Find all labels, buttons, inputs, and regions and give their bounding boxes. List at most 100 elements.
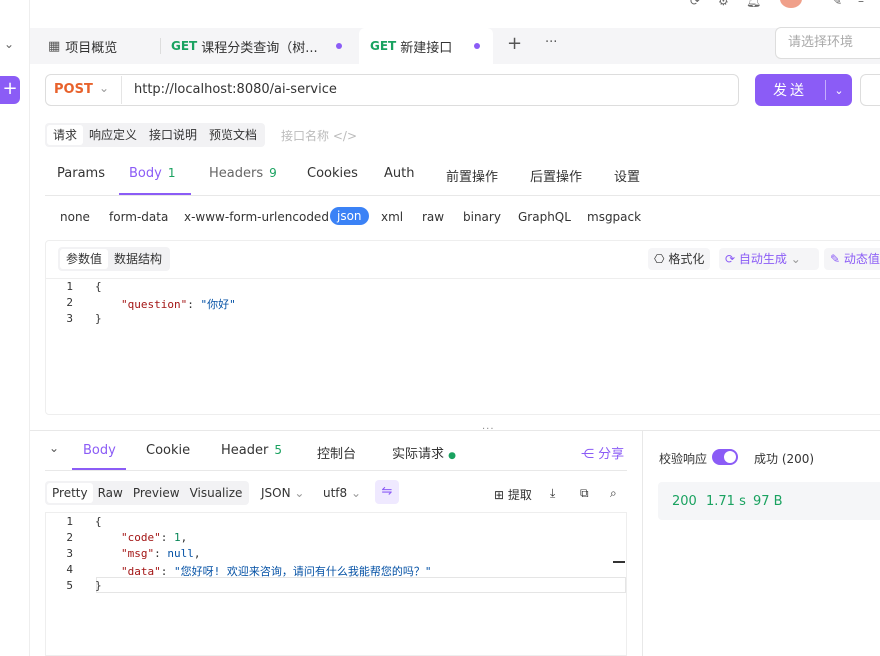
send-button[interactable]: 发送 ⌄ (755, 74, 852, 106)
autogen-button[interactable]: ⟳ 自动生成 ⌄ (719, 248, 819, 270)
body-type-json[interactable]: json (330, 207, 369, 225)
format-button[interactable]: ⎔ 格式化 (648, 248, 711, 270)
chevron-down-icon[interactable]: ⌄ (826, 84, 852, 97)
status-dot: ● (448, 451, 457, 461)
tab-params[interactable]: Params (57, 166, 105, 181)
line-number: 3 (66, 312, 73, 325)
body-type-none[interactable]: none (60, 210, 90, 224)
line-number: 2 (66, 296, 73, 309)
response-tab-body[interactable]: Body (83, 443, 116, 458)
subtab-request[interactable]: 请求 (47, 125, 84, 145)
refresh-icon: ⟳ (725, 252, 736, 266)
new-item-button[interactable]: + (0, 76, 20, 104)
line-number: 3 (66, 547, 73, 560)
format-raw[interactable]: Raw (93, 483, 128, 503)
tab-overview[interactable]: ▦ 项目概览 (48, 28, 117, 64)
extract-icon: ⊞ (494, 488, 505, 502)
search-icon[interactable]: ⌕ (610, 486, 617, 501)
body-type-xml[interactable]: xml (381, 210, 403, 224)
environment-select[interactable]: 请选择环境 (775, 27, 880, 59)
send-label: 发送 (773, 83, 807, 99)
tab-course-query[interactable]: GET 课程分类查询（树... (171, 28, 351, 64)
chevron-down-icon[interactable]: ⌄ (791, 252, 801, 266)
scrollbar-marker (613, 561, 625, 563)
bell-icon[interactable]: 🔔︎ (746, 0, 761, 8)
download-icon[interactable]: ⤓ (550, 486, 555, 501)
share-icon: ⋲ (581, 447, 594, 462)
add-tab-button[interactable]: + (507, 33, 522, 54)
method-select[interactable]: POST (54, 82, 93, 97)
format-icon: ⎔ (654, 252, 665, 266)
response-tab-actual-request[interactable]: 实际请求 ● (392, 443, 456, 462)
code-line: "question": "你好" (121, 298, 236, 311)
divider (121, 76, 122, 104)
divider (45, 195, 880, 196)
avatar[interactable] (780, 0, 802, 8)
grid-icon: ▦ (48, 38, 61, 54)
code-line: "code": 1, (121, 531, 188, 544)
response-size: 97 B (753, 494, 783, 509)
language-select[interactable]: JSON ⌄ (261, 486, 304, 500)
body-type-urlencoded[interactable]: x-www-form-urlencoded (184, 210, 329, 224)
settings-icon[interactable]: ⚙ (718, 0, 729, 8)
tab-pre-ops[interactable]: 前置操作 (446, 166, 498, 185)
format-preview[interactable]: Preview (128, 483, 185, 503)
tab-settings[interactable]: 设置 (614, 166, 640, 185)
current-line-highlight (96, 577, 626, 593)
dynamic-value-button[interactable]: ✎ 动态值 (824, 248, 880, 270)
tab-body[interactable]: Body 1 (129, 166, 175, 181)
code-line: } (95, 579, 102, 592)
response-time: 1.71 s (706, 494, 746, 509)
url-input[interactable]: http://localhost:8080/ai-service (134, 82, 337, 97)
line-number: 5 (66, 579, 73, 592)
chevron-down-icon[interactable]: ⌄ (4, 37, 14, 51)
response-tab-cookie[interactable]: Cookie (146, 443, 190, 458)
word-wrap-icon[interactable]: ⇋ (375, 480, 399, 504)
tab-post-ops[interactable]: 后置操作 (530, 166, 582, 185)
share-button[interactable]: ⋲ 分享 (581, 443, 624, 462)
format-pretty[interactable]: Pretty (47, 483, 93, 503)
tab-cookies[interactable]: Cookies (307, 166, 358, 181)
magic-wand-icon: ✎ (830, 252, 841, 266)
unsaved-dot (474, 43, 481, 49)
unsaved-dot (335, 43, 342, 49)
format-visualize[interactable]: Visualize (185, 483, 248, 503)
tab-auth[interactable]: Auth (384, 166, 414, 181)
body-type-form-data[interactable]: form-data (109, 210, 168, 224)
body-type-binary[interactable]: binary (463, 210, 501, 224)
more-tabs-icon[interactable]: ··· (545, 35, 557, 50)
subtab-response-def[interactable]: 响应定义 (83, 125, 143, 145)
tab-headers[interactable]: Headers 9 (209, 166, 277, 181)
interface-name-input[interactable]: 接口名称 </> (281, 127, 357, 144)
extract-button[interactable]: ⊞ 提取 (494, 486, 532, 503)
validation-result: 成功 (200) (754, 452, 815, 466)
tab-data-structure[interactable]: 数据结构 (108, 249, 168, 269)
code-line: { (95, 515, 102, 528)
response-tab-console[interactable]: 控制台 (317, 443, 356, 462)
subtab-description[interactable]: 接口说明 (143, 125, 203, 145)
tab-new-interface[interactable]: GET 新建接口 (359, 28, 493, 64)
line-number: 4 (66, 563, 73, 576)
code-line: "msg": null, (121, 547, 201, 560)
body-type-msgpack[interactable]: msgpack (587, 210, 641, 224)
tab-label: 课程分类查询（树... (201, 40, 318, 56)
subtab-preview-doc[interactable]: 预览文档 (203, 125, 263, 145)
sync-icon[interactable]: ⟳ (690, 0, 700, 8)
response-format-tabs: Pretty Raw Preview Visualize (45, 481, 250, 505)
tab-label: 项目概览 (65, 40, 118, 56)
save-button[interactable] (860, 74, 880, 106)
line-number: 2 (66, 531, 73, 544)
validate-response-label: 校验响应 (659, 452, 708, 466)
code-line: } (95, 312, 102, 325)
response-tab-header[interactable]: Header 5 (221, 443, 282, 458)
encoding-select[interactable]: utf8 ⌄ (323, 486, 361, 500)
body-type-raw[interactable]: raw (422, 210, 444, 224)
tab-param-values[interactable]: 参数值 (60, 249, 109, 269)
validate-toggle[interactable] (712, 449, 738, 465)
body-type-graphql[interactable]: GraphQL (518, 210, 571, 224)
collapse-icon[interactable]: ⌄ (49, 441, 59, 455)
minimize-icon[interactable]: – (858, 0, 864, 8)
pin-icon[interactable]: ✎ (832, 0, 842, 8)
chevron-down-icon[interactable]: ⌄ (99, 81, 109, 95)
copy-icon[interactable]: ⧉ (580, 486, 589, 501)
